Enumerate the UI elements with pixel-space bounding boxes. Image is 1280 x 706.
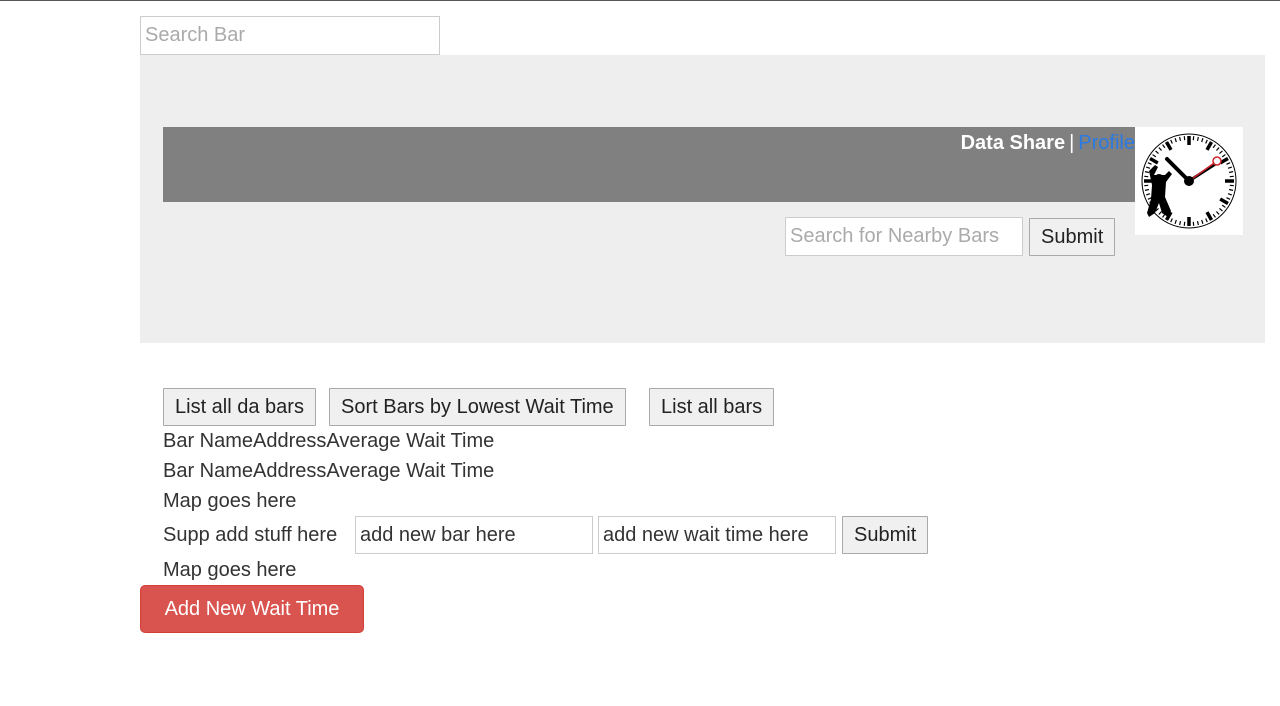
header-bar-name: Bar Name [163, 460, 254, 482]
nearby-search-submit-button[interactable]: Submit [1029, 218, 1116, 256]
table-header-row: Bar NameAddressAverage Wait Time [163, 459, 494, 483]
hero-panel: Data Share|Profile Submit [140, 55, 1265, 343]
header-average-wait-time: Average Wait Time [326, 430, 495, 452]
header-address: Address [253, 430, 327, 452]
map-placeholder: Map goes here [163, 559, 297, 581]
clock-logo [1135, 127, 1243, 235]
new-bar-input[interactable] [355, 516, 593, 554]
new-wait-time-input[interactable] [598, 516, 836, 554]
add-form-label: Supp add stuff here [163, 524, 338, 546]
map-placeholder: Map goes here [163, 490, 297, 512]
nav-links: Data Share | Profile [961, 131, 1135, 155]
nav-separator: | [1069, 132, 1075, 154]
nav-profile-link[interactable]: Profile [1078, 132, 1135, 154]
sort-bars-button[interactable]: Sort Bars by Lowest Wait Time [329, 388, 626, 426]
header-average-wait-time: Average Wait Time [326, 460, 495, 482]
nav-data-share-link[interactable]: Data Share [961, 132, 1066, 154]
add-form-submit-button[interactable]: Submit [842, 516, 929, 554]
search-bar-input[interactable] [140, 16, 440, 55]
table-header-row: Bar NameAddressAverage Wait Time [163, 429, 494, 453]
top-border [0, 0, 1280, 1]
list-all-bars-button[interactable]: List all bars [649, 388, 775, 426]
header-bar-name: Bar Name [163, 430, 254, 452]
navbar: Data Share | Profile [163, 127, 1135, 202]
add-new-wait-time-button[interactable]: Add New Wait Time [140, 585, 364, 633]
nearby-bars-search-input[interactable] [785, 217, 1023, 256]
list-all-da-bars-button[interactable]: List all da bars [163, 388, 316, 426]
clock-with-figure-icon [1141, 133, 1237, 229]
header-address: Address [253, 460, 327, 482]
